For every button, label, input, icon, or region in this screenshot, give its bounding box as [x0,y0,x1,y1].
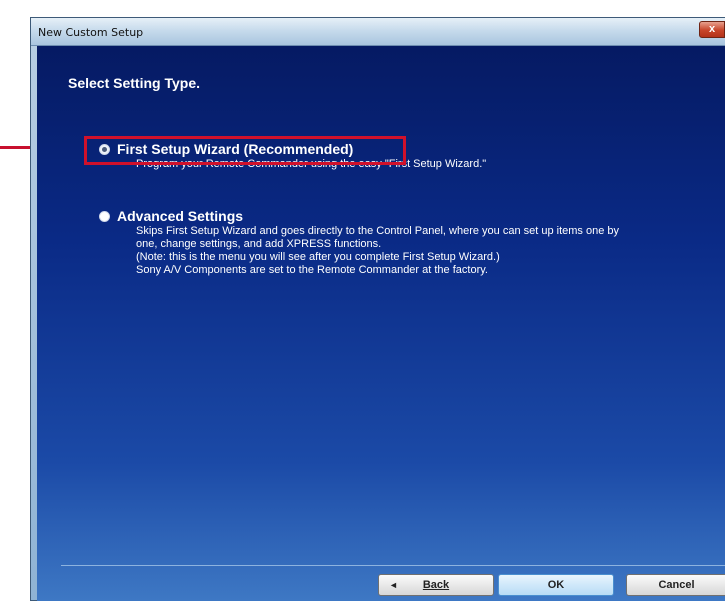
back-arrow-icon: ◄ [389,580,398,590]
cancel-button[interactable]: Cancel [626,574,725,596]
title-bar[interactable]: New Custom Setup x [31,18,725,46]
back-button-label: Back [422,579,450,591]
close-button[interactable]: x [699,21,725,38]
divider [61,565,725,566]
window-title: New Custom Setup [38,26,144,39]
description-line: Skips First Setup Wizard and goes direct… [136,225,620,237]
radio-advanced-settings[interactable] [99,211,110,222]
cancel-button-label: Cancel [658,579,695,591]
description-line: one, change settings, and add XPRESS fun… [136,238,382,250]
option-description: Skips First Setup Wizard and goes direct… [136,225,725,277]
dialog-window: New Custom Setup x Select Setting Type. … [30,17,725,601]
option-label[interactable]: Advanced Settings [117,208,243,224]
description-line: (Note: this is the menu you will see aft… [136,251,500,263]
back-button[interactable]: ◄ Back [378,574,494,596]
close-icon: x [708,23,716,35]
page-title: Select Setting Type. [68,75,200,91]
highlight-box [84,136,406,165]
ok-button[interactable]: OK [498,574,614,596]
description-line: Sony A/V Components are set to the Remot… [136,264,488,276]
ok-button-label: OK [547,579,565,591]
client-area: Select Setting Type. First Setup Wizard … [37,46,725,601]
